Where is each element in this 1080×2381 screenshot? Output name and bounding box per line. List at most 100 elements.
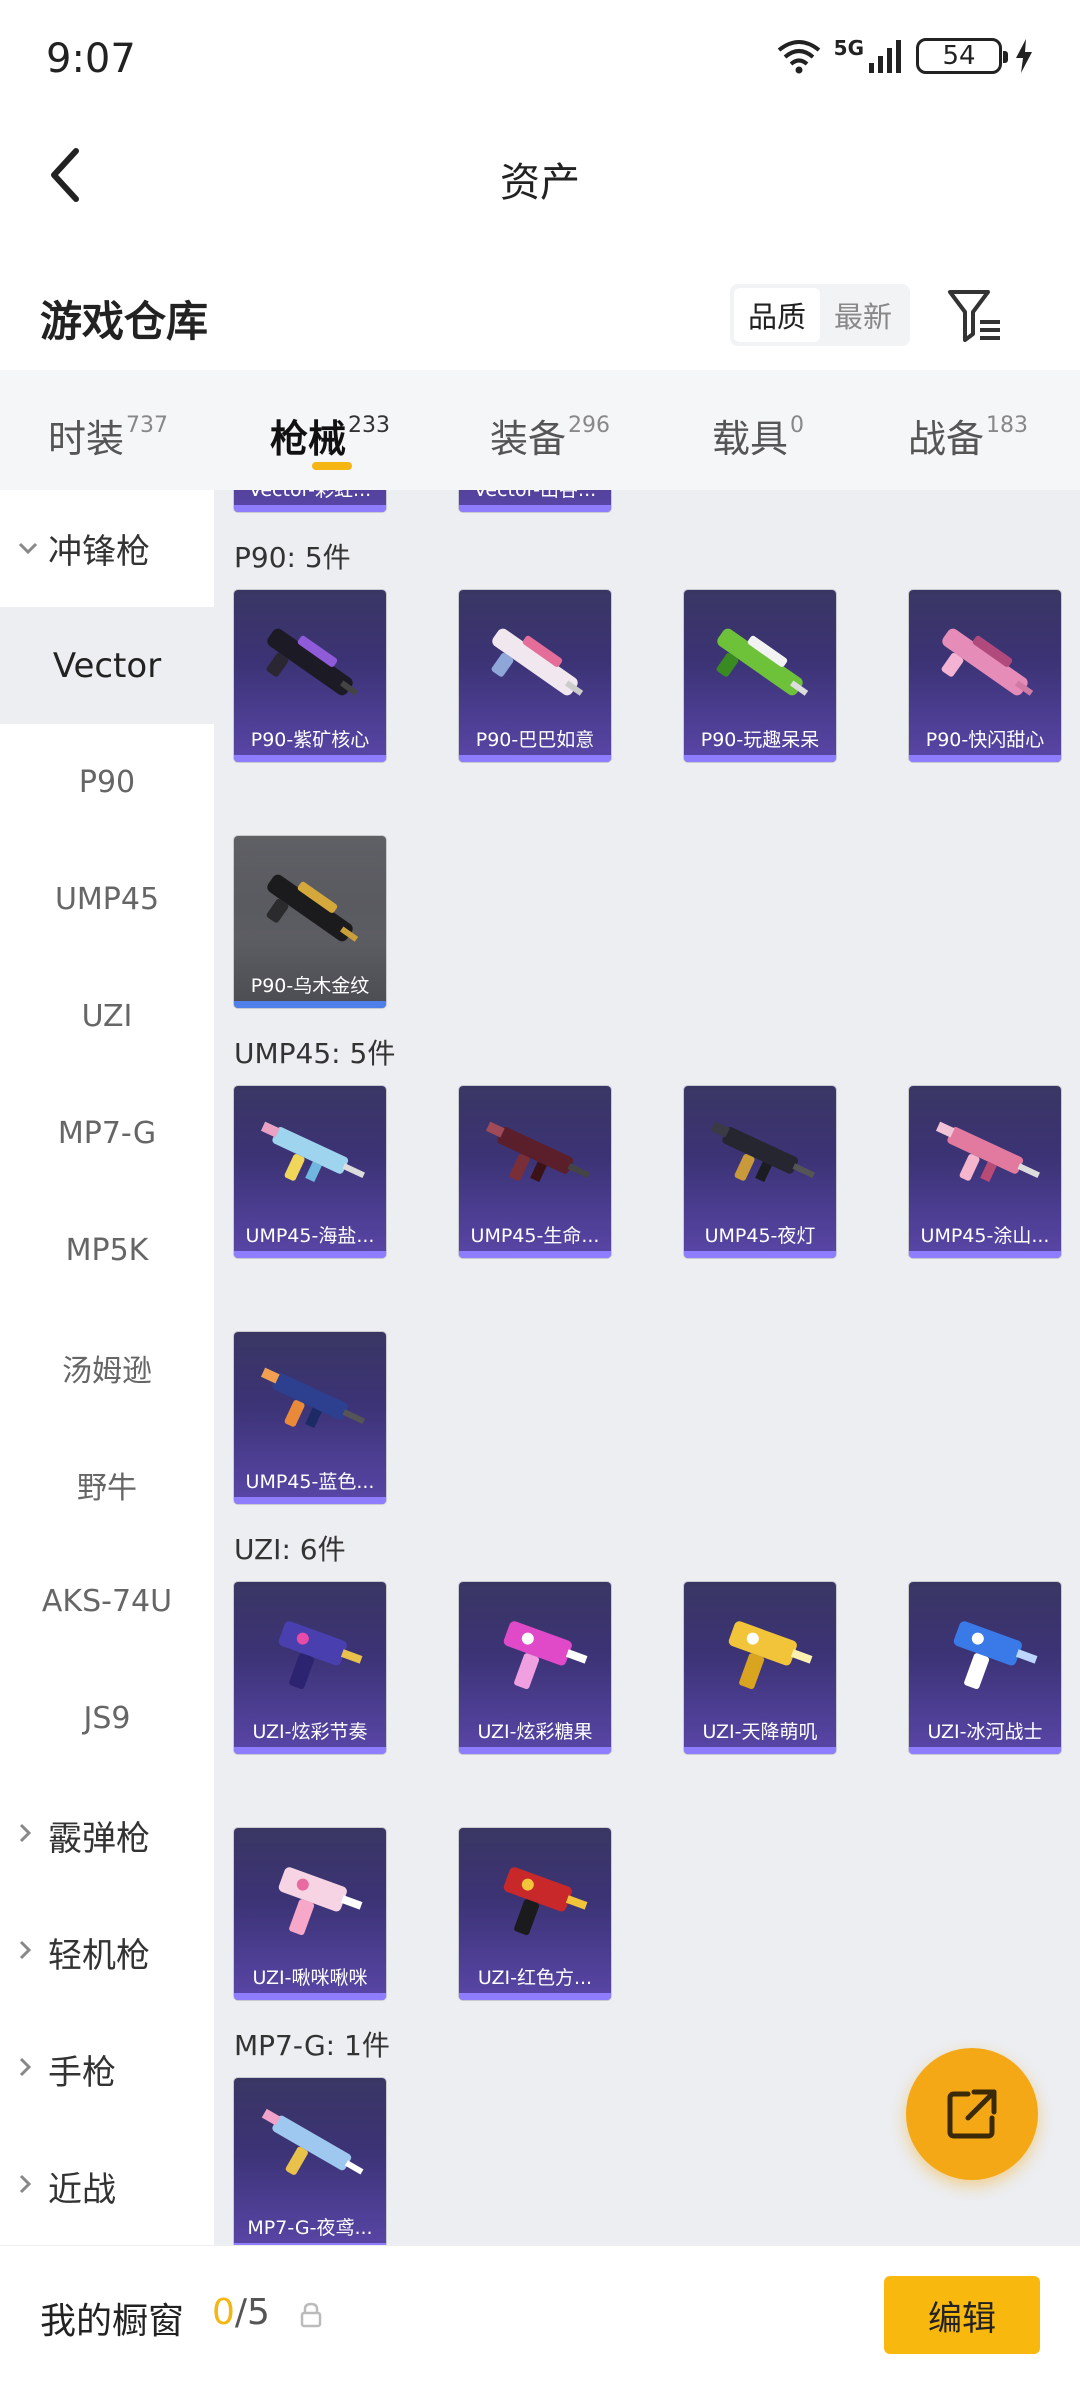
sort-by-quality[interactable]: 品质 (734, 288, 821, 342)
p90-weapon-icon (716, 628, 809, 696)
tab-equipment-label: 装备 (490, 417, 567, 461)
sidebar-category-shotgun[interactable]: 霰弹枪 (0, 1777, 214, 1894)
sidebar-category-label: 手枪 (48, 2053, 116, 2093)
uzi-weapon-icon (503, 1621, 588, 1690)
sidebar-item-mp5k[interactable]: MP5K (0, 1192, 214, 1309)
ump45-weapon-icon (260, 1121, 365, 1183)
skin-name: P90-玩趣呆呆 (700, 729, 820, 751)
edit-button[interactable]: 编辑 (884, 2276, 1040, 2354)
sort-by-newest[interactable]: 最新 (820, 288, 906, 342)
showcase-label: 我的橱窗 (40, 2301, 185, 2342)
nav-bar: 资产 (0, 120, 1080, 230)
skin-card[interactable]: P90-巴巴如意 (459, 590, 611, 762)
tab-vehicles-label: 载具 (712, 417, 789, 461)
uzi-weapon-icon (503, 1867, 588, 1936)
sidebar-item-mp7g[interactable]: MP7-G (0, 1075, 214, 1192)
tab-fashion-label: 时装 (48, 417, 125, 461)
skin-card[interactable]: MP7-G-夜鸢... (234, 2078, 386, 2245)
tab-weapons-label: 枪械 (270, 417, 347, 461)
ump45-weapon-icon (260, 1367, 365, 1429)
skin-card[interactable]: P90-玩趣呆呆 (684, 590, 836, 762)
sidebar-category-smg[interactable]: 冲锋枪 (0, 490, 214, 607)
filter-button[interactable] (944, 284, 1008, 348)
skin-card[interactable]: Vector-彩虹... (234, 490, 386, 512)
mp7g-weapon-icon (261, 2108, 364, 2175)
skin-card[interactable]: UMP45-海盐... (234, 1086, 386, 1258)
skin-card[interactable]: UMP45-涂山... (909, 1086, 1061, 1258)
skin-name: UMP45-夜灯 (704, 1225, 816, 1247)
skin-name: UMP45-蓝色... (245, 1471, 375, 1493)
lock-icon (300, 2302, 322, 2328)
skin-card[interactable]: UMP45-蓝色... (234, 1332, 386, 1504)
skin-name: Vector-山谷... (473, 490, 597, 501)
skin-card[interactable]: UZI-炫彩糖果 (459, 1582, 611, 1754)
showcase-current: 0 (212, 2292, 235, 2333)
chevron-right-icon (18, 2057, 48, 2083)
warehouse-header: 游戏仓库 品质 最新 (0, 260, 1080, 370)
sidebar-item-js9[interactable]: JS9 (0, 1660, 214, 1777)
showcase-counter: 0/5 (212, 2292, 270, 2333)
sidebar-item-thompson[interactable]: 汤姆逊 (0, 1309, 214, 1426)
share-icon (947, 2089, 997, 2139)
active-tab-indicator (312, 462, 352, 470)
category-tabs: 时装737 枪械233 装备296 载具0 战备183 (0, 370, 1080, 490)
ump45-weapon-icon (935, 1121, 1040, 1183)
signal-icon (869, 40, 901, 73)
uzi-weapon-icon (728, 1621, 813, 1690)
skin-card[interactable]: UZI-冰河战士 (909, 1582, 1061, 1754)
uzi-weapon-icon (278, 1867, 363, 1936)
sidebar-category-label: 冲锋枪 (48, 532, 150, 572)
tab-equipment[interactable]: 装备296 (490, 408, 610, 463)
uzi-weapon-icon (278, 1621, 363, 1690)
skin-card[interactable]: P90-乌木金纹 (234, 836, 386, 1008)
sidebar-category-pistol[interactable]: 手枪 (0, 2011, 214, 2128)
tab-weapons[interactable]: 枪械233 (270, 408, 390, 463)
sidebar-item-bizon[interactable]: 野牛 (0, 1426, 214, 1543)
weapon-sidebar: 冲锋枪 Vector P90 UMP45 UZI MP7-G MP5K 汤姆逊 … (0, 490, 214, 2245)
skin-name: UZI-红色方... (477, 1967, 593, 1989)
network-label: 5G (833, 36, 864, 60)
skin-name: UMP45-涂山... (920, 1225, 1050, 1247)
skin-card[interactable]: UMP45-夜灯 (684, 1086, 836, 1258)
skin-name: UZI-天降萌叽 (702, 1721, 818, 1743)
skin-card[interactable]: Vector-山谷... (459, 490, 611, 512)
sidebar-item-uzi[interactable]: UZI (0, 958, 214, 1075)
tab-equipment-count: 296 (568, 413, 611, 438)
sidebar-category-melee[interactable]: 近战 (0, 2128, 214, 2245)
skin-card[interactable]: UZI-天降萌叽 (684, 1582, 836, 1754)
share-button[interactable] (906, 2048, 1038, 2180)
skin-card[interactable]: UZI-啾咪啾咪 (234, 1828, 386, 2000)
p90-weapon-icon (941, 628, 1034, 696)
skin-name: MP7-G-夜鸢... (247, 2217, 373, 2239)
weapon-grid: Vector-彩虹... Vector-山谷... P90: 5件 P90-紫矿… (214, 490, 1080, 2245)
group-title-uzi: UZI: 6件 (234, 1533, 346, 1566)
skin-card[interactable]: P90-快闪甜心 (909, 590, 1061, 762)
tab-vehicles[interactable]: 载具0 (712, 408, 804, 463)
sidebar-item-ump45[interactable]: UMP45 (0, 841, 214, 958)
showcase-bar: 我的橱窗 0/5 编辑 (0, 2245, 1080, 2381)
chevron-down-icon (18, 536, 48, 561)
p90-weapon-icon (266, 628, 359, 696)
tab-fashion[interactable]: 时装737 (48, 408, 168, 463)
skin-name: P90-巴巴如意 (475, 729, 595, 751)
group-title-p90: P90: 5件 (234, 541, 351, 574)
warehouse-title: 游戏仓库 (40, 297, 209, 346)
skin-name: Vector-彩虹... (248, 490, 372, 501)
skin-card[interactable]: UMP45-生命... (459, 1086, 611, 1258)
sidebar-item-vector[interactable]: Vector (0, 607, 214, 724)
skin-card[interactable]: UZI-炫彩节奏 (234, 1582, 386, 1754)
sidebar-category-label: 轻机枪 (48, 1936, 150, 1976)
p90-weapon-icon (266, 874, 359, 942)
skin-card[interactable]: UZI-红色方... (459, 1828, 611, 2000)
sidebar-category-label: 霰弹枪 (48, 1819, 150, 1859)
skin-card[interactable]: P90-紫矿核心 (234, 590, 386, 762)
battery-indicator: 54 (916, 38, 1008, 74)
skin-name: P90-紫矿核心 (250, 729, 370, 751)
ump45-weapon-icon (710, 1121, 815, 1183)
tab-fashion-count: 737 (126, 413, 169, 438)
tab-tactical[interactable]: 战备183 (908, 408, 1028, 463)
skin-name: UMP45-海盐... (245, 1225, 375, 1247)
sidebar-item-aks74u[interactable]: AKS-74U (0, 1543, 214, 1660)
sidebar-item-p90[interactable]: P90 (0, 724, 214, 841)
sidebar-category-lmg[interactable]: 轻机枪 (0, 1894, 214, 2011)
